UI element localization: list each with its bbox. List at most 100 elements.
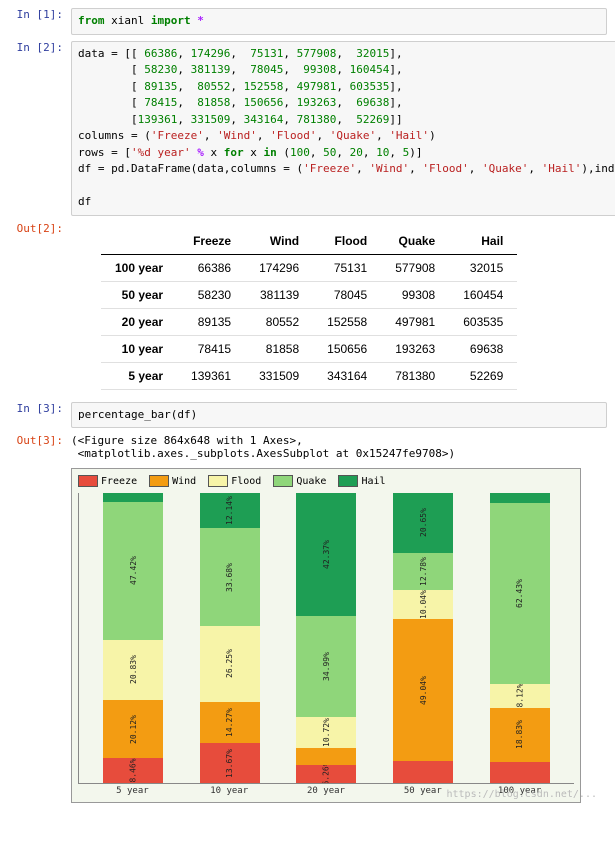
cell: 381139: [245, 281, 313, 308]
bar-stack: 49.04%10.04%12.78%20.65%: [393, 493, 453, 783]
col-header: Hail: [449, 228, 517, 255]
bar-segment: 12.14%: [200, 493, 260, 528]
cell: 81858: [245, 335, 313, 362]
cell: 160454: [449, 281, 517, 308]
bar-segment: 14.27%: [200, 702, 260, 743]
x-tick-label: 20 year: [278, 786, 375, 796]
chart-legend: FreezeWindFloodQuakeHail: [78, 475, 574, 487]
dataframe-table: FreezeWindFloodQuakeHail 100 year6638617…: [101, 228, 517, 390]
chart-plot-area: 8.46%20.12%20.83%47.42% 13.67%14.27%26.25…: [78, 493, 574, 784]
in-prompt-2: In [2]:: [8, 41, 71, 216]
bar-segment: 42.37%: [296, 493, 356, 616]
bar-stack: 6.26%10.72%34.99%42.37%: [296, 493, 356, 783]
legend-item: Flood: [208, 475, 261, 487]
bar-segment: 8.46%: [103, 758, 163, 783]
legend-swatch: [78, 475, 98, 487]
bar-segment: [490, 493, 550, 503]
output-cell-3: Out[3]: (<Figure size 864x648 with 1 Axe…: [8, 434, 607, 800]
in-prompt-3: In [3]:: [8, 402, 71, 429]
bar-segment: 8.12%: [490, 684, 550, 708]
bar-stack: 18.83%8.12%62.43%: [490, 493, 550, 783]
table-row: 50 year582303811397804599308160454: [101, 281, 517, 308]
cell: 139361: [177, 362, 245, 389]
row-header: 20 year: [101, 308, 177, 335]
table-row: 5 year13936133150934316478138052269: [101, 362, 517, 389]
bar-segment: [490, 762, 550, 783]
cell: 603535: [449, 308, 517, 335]
legend-swatch: [273, 475, 293, 487]
bar-segment: 26.25%: [200, 626, 260, 702]
cell: 52269: [449, 362, 517, 389]
legend-swatch: [338, 475, 358, 487]
bar-segment: 47.42%: [103, 502, 163, 640]
bar-segment: 6.26%: [296, 765, 356, 783]
bar-stack: 13.67%14.27%26.25%33.68%12.14%: [200, 493, 260, 783]
legend-item: Quake: [273, 475, 326, 487]
cell: 66386: [177, 254, 245, 281]
code-1[interactable]: from xianl import *: [71, 8, 607, 35]
bar-column: 49.04%10.04%12.78%20.65%: [375, 493, 472, 783]
cell: 497981: [381, 308, 449, 335]
bar-segment: [296, 748, 356, 764]
output-cell-2: Out[2]: FreezeWindFloodQuakeHail 100 yea…: [8, 222, 607, 396]
cell: 89135: [177, 308, 245, 335]
legend-item: Freeze: [78, 475, 137, 487]
code-cell-2: In [2]: data = [[ 66386, 174296, 75131, …: [8, 41, 607, 216]
cell: 32015: [449, 254, 517, 281]
bar-column: 8.46%20.12%20.83%47.42%: [85, 493, 182, 783]
bar-segment: [103, 493, 163, 502]
col-header: Freeze: [177, 228, 245, 255]
cell: 80552: [245, 308, 313, 335]
col-header: Flood: [313, 228, 381, 255]
table-row: 100 year663861742967513157790832015: [101, 254, 517, 281]
bar-segment: 62.43%: [490, 503, 550, 684]
bar-column: 13.67%14.27%26.25%33.68%12.14%: [182, 493, 279, 783]
code-3[interactable]: percentage_bar(df): [71, 402, 607, 429]
cell: 58230: [177, 281, 245, 308]
code-2[interactable]: data = [[ 66386, 174296, 75131, 577908, …: [71, 41, 615, 216]
bar-segment: 20.83%: [103, 640, 163, 700]
row-header: 100 year: [101, 254, 177, 281]
legend-swatch: [208, 475, 228, 487]
cell: 343164: [313, 362, 381, 389]
col-header: Quake: [381, 228, 449, 255]
cell: 78045: [313, 281, 381, 308]
code-cell-1: In [1]: from xianl import *: [8, 8, 607, 35]
percentage-bar-chart: FreezeWindFloodQuakeHail 8.46%20.12%20.8…: [71, 468, 581, 803]
row-header: 10 year: [101, 335, 177, 362]
cell: 152558: [313, 308, 381, 335]
bar-segment: 33.68%: [200, 528, 260, 626]
cell: 577908: [381, 254, 449, 281]
bar-segment: 13.67%: [200, 743, 260, 783]
cell: 75131: [313, 254, 381, 281]
bar-segment: 49.04%: [393, 619, 453, 761]
bar-column: 18.83%8.12%62.43%: [471, 493, 568, 783]
table-row: 10 year784158185815065619326369638: [101, 335, 517, 362]
table-row: 20 year8913580552152558497981603535: [101, 308, 517, 335]
bar-segment: 10.04%: [393, 590, 453, 619]
in-prompt-1: In [1]:: [8, 8, 71, 35]
cell: 150656: [313, 335, 381, 362]
row-header: 5 year: [101, 362, 177, 389]
out-prompt-3: Out[3]:: [8, 434, 71, 800]
row-header: 50 year: [101, 281, 177, 308]
x-tick-label: 5 year: [84, 786, 181, 796]
bar-column: 6.26%10.72%34.99%42.37%: [278, 493, 375, 783]
cell: 99308: [381, 281, 449, 308]
x-tick-label: 10 year: [181, 786, 278, 796]
bar-segment: 18.83%: [490, 708, 550, 763]
bar-segment: 20.65%: [393, 493, 453, 553]
cell: 331509: [245, 362, 313, 389]
repr-text: (<Figure size 864x648 with 1 Axes>, <mat…: [71, 434, 607, 460]
cell: 193263: [381, 335, 449, 362]
bar-segment: 34.99%: [296, 616, 356, 717]
cell: 174296: [245, 254, 313, 281]
bar-segment: 12.78%: [393, 553, 453, 590]
legend-item: Hail: [338, 475, 385, 487]
cell: 781380: [381, 362, 449, 389]
col-header: Wind: [245, 228, 313, 255]
code-cell-3: In [3]: percentage_bar(df): [8, 402, 607, 429]
bar-segment: [393, 761, 453, 783]
legend-swatch: [149, 475, 169, 487]
cell: 69638: [449, 335, 517, 362]
